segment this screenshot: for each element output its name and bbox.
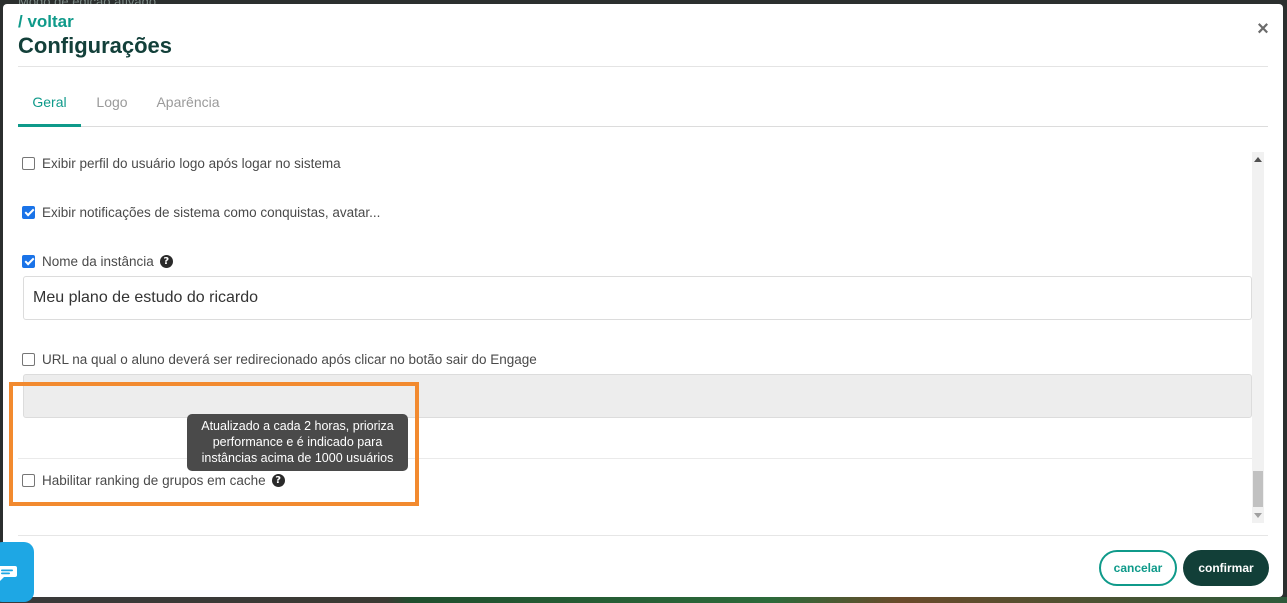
scroll-up-arrow-icon[interactable] [1254,157,1262,162]
option-instance-name: Nome da instância ? [22,252,173,270]
scroll-down-arrow-icon[interactable] [1254,513,1262,518]
option-redirect-url: URL na qual o aluno deverá ser redirecio… [22,350,537,368]
option-group-ranking-cache: Habilitar ranking de grupos em cache ? [22,471,285,489]
instance-name-checkbox[interactable] [22,254,35,268]
question-circle-icon[interactable]: ? [271,473,285,487]
confirm-button[interactable]: confirmar [1183,550,1269,586]
redirect-url-checkbox[interactable] [22,352,35,366]
cancel-button[interactable]: cancelar [1099,550,1177,586]
chat-icon [0,566,17,581]
redirect-url-label: URL na qual o aluno deverá ser redirecio… [42,351,537,367]
backdrop-strip [0,597,1287,603]
settings-modal: / voltar Configurações × Geral Logo Apar… [3,4,1283,597]
show-profile-checkbox[interactable] [22,156,35,170]
tooltip-line: performance e é indicado para [212,435,383,449]
scroll-thumb[interactable] [1253,471,1263,507]
tooltip-line: Atualizado a cada 2 horas, prioriza [201,419,394,433]
show-notifications-checkbox[interactable] [22,205,35,219]
tab-aparencia[interactable]: Aparência [154,86,222,127]
close-icon[interactable]: × [1255,19,1271,39]
content-scrollbar[interactable] [1252,152,1264,523]
header-divider [18,66,1268,67]
page-title: Configurações [18,33,173,58]
group-ranking-cache-checkbox[interactable] [22,473,35,487]
back-link[interactable]: / voltar [18,12,172,32]
tooltip-line: instâncias acima de 1000 usuários [201,451,394,465]
help-tooltip: Atualizado a cada 2 horas, prioriza perf… [187,414,408,471]
instance-name-label: Nome da instância [42,253,154,269]
modal-header: / voltar Configurações [18,12,172,60]
redirect-url-input[interactable] [23,374,1252,418]
option-show-notifications: Exibir notificações de sistema como conq… [22,203,380,221]
instance-name-input[interactable]: Meu plano de estudo do ricardo [23,276,1252,320]
tab-bar: Geral Logo Aparência [18,86,1268,127]
group-ranking-cache-label: Habilitar ranking de grupos em cache [42,472,266,488]
option-show-profile: Exibir perfil do usuário logo após logar… [22,154,341,172]
tab-logo[interactable]: Logo [94,86,130,127]
tab-geral[interactable]: Geral [18,86,81,127]
question-circle-icon[interactable]: ? [159,254,173,268]
chat-widget-button[interactable] [0,542,34,602]
show-notifications-label: Exibir notificações de sistema como conq… [42,204,381,220]
show-profile-label: Exibir perfil do usuário logo após logar… [42,155,341,171]
footer-divider [18,535,1268,536]
